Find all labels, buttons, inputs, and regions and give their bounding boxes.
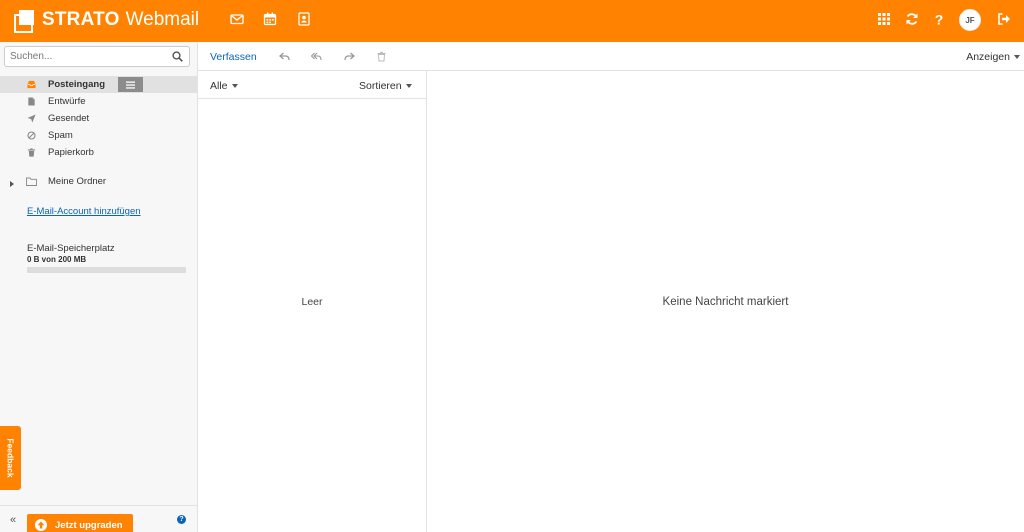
add-email-account-link[interactable]: E-Mail-Account hinzufügen xyxy=(27,206,141,217)
logout-icon[interactable] xyxy=(996,11,1012,27)
folder-sent[interactable]: Gesendet xyxy=(0,110,197,127)
folder-label: Entwürfe xyxy=(48,96,86,107)
product-name: Webmail xyxy=(125,9,200,30)
logo-mark-icon xyxy=(14,10,36,33)
mail-list-empty: Leer xyxy=(301,296,323,308)
reading-pane: Keine Nachricht markiert xyxy=(427,71,1024,532)
storage-bar xyxy=(27,267,186,273)
filter-label: Alle xyxy=(210,80,228,92)
feedback-tab[interactable]: Feedback xyxy=(0,426,21,490)
apps-grid-icon[interactable] xyxy=(876,11,892,27)
reply-all-icon[interactable] xyxy=(310,50,322,62)
brand-name: STRATO xyxy=(42,9,120,30)
folder-label: Papierkorb xyxy=(48,147,94,158)
caret-right-icon[interactable] xyxy=(9,179,15,187)
my-folders-group[interactable]: Meine Ordner xyxy=(0,173,197,190)
refresh-icon[interactable] xyxy=(904,11,920,27)
sidebar-help-icon[interactable]: ? xyxy=(177,515,186,524)
sort-label: Sortieren xyxy=(359,80,402,92)
feedback-label: Feedback xyxy=(5,438,16,478)
folder-drafts[interactable]: Entwürfe xyxy=(0,93,197,110)
folder-label: Posteingang xyxy=(48,79,106,90)
my-folders-label: Meine Ordner xyxy=(48,176,107,187)
folder-icon xyxy=(26,177,37,186)
user-avatar[interactable]: JF xyxy=(959,9,981,31)
caret-down-icon xyxy=(405,84,412,88)
sort-dropdown[interactable]: Sortieren xyxy=(359,80,412,92)
view-dropdown-label: Anzeigen xyxy=(966,51,1010,63)
sent-icon xyxy=(27,114,36,123)
caret-down-icon xyxy=(231,84,238,88)
sidebar-footer: « ? xyxy=(0,505,197,532)
folder-label: Gesendet xyxy=(48,113,90,124)
mail-list-header: Alle Sortieren xyxy=(198,71,426,99)
folder-menu-button[interactable] xyxy=(118,77,143,92)
forward-icon[interactable] xyxy=(343,50,355,62)
storage-label: E-Mail-Speicherplatz xyxy=(27,243,115,254)
top-bar: STRATO Webmail ? JF xyxy=(0,0,1024,42)
help-icon[interactable]: ? xyxy=(931,11,947,27)
folder-list: Posteingang Entwürfe Gesendet Spam Papie… xyxy=(0,76,197,161)
folder-spam[interactable]: Spam xyxy=(0,127,197,144)
mail-list: Alle Sortieren Leer xyxy=(198,71,427,532)
contacts-icon[interactable] xyxy=(296,11,312,27)
no-message-selected: Keine Nachricht markiert xyxy=(662,296,789,308)
trash-icon xyxy=(27,148,36,157)
delete-icon[interactable] xyxy=(375,50,387,62)
sidebar: Posteingang Entwürfe Gesendet Spam xyxy=(0,42,198,532)
strato-logo[interactable]: STRATO Webmail xyxy=(14,9,200,33)
filter-dropdown[interactable]: Alle xyxy=(210,80,238,92)
reply-icon[interactable] xyxy=(278,50,290,62)
calendar-icon[interactable] xyxy=(262,11,278,27)
toolbar: Verfassen Anzeigen xyxy=(198,42,1024,71)
search-icon[interactable] xyxy=(172,51,183,62)
storage-value: 0 B von 200 MB xyxy=(27,255,87,264)
svg-text:?: ? xyxy=(935,12,944,26)
search-input[interactable] xyxy=(5,47,165,66)
folder-trash[interactable]: Papierkorb xyxy=(0,144,197,161)
view-dropdown[interactable]: Anzeigen xyxy=(966,51,1020,63)
collapse-sidebar-button[interactable]: « xyxy=(10,514,16,526)
folder-label: Spam xyxy=(48,130,73,141)
mail-icon[interactable] xyxy=(229,11,245,27)
spam-icon xyxy=(27,131,36,140)
draft-icon xyxy=(27,97,36,106)
compose-button[interactable]: Verfassen xyxy=(210,51,257,63)
caret-down-icon xyxy=(1014,55,1020,59)
folder-inbox[interactable]: Posteingang xyxy=(0,76,197,93)
inbox-icon xyxy=(27,80,36,89)
search-box xyxy=(4,46,190,67)
hamburger-icon xyxy=(126,81,135,89)
